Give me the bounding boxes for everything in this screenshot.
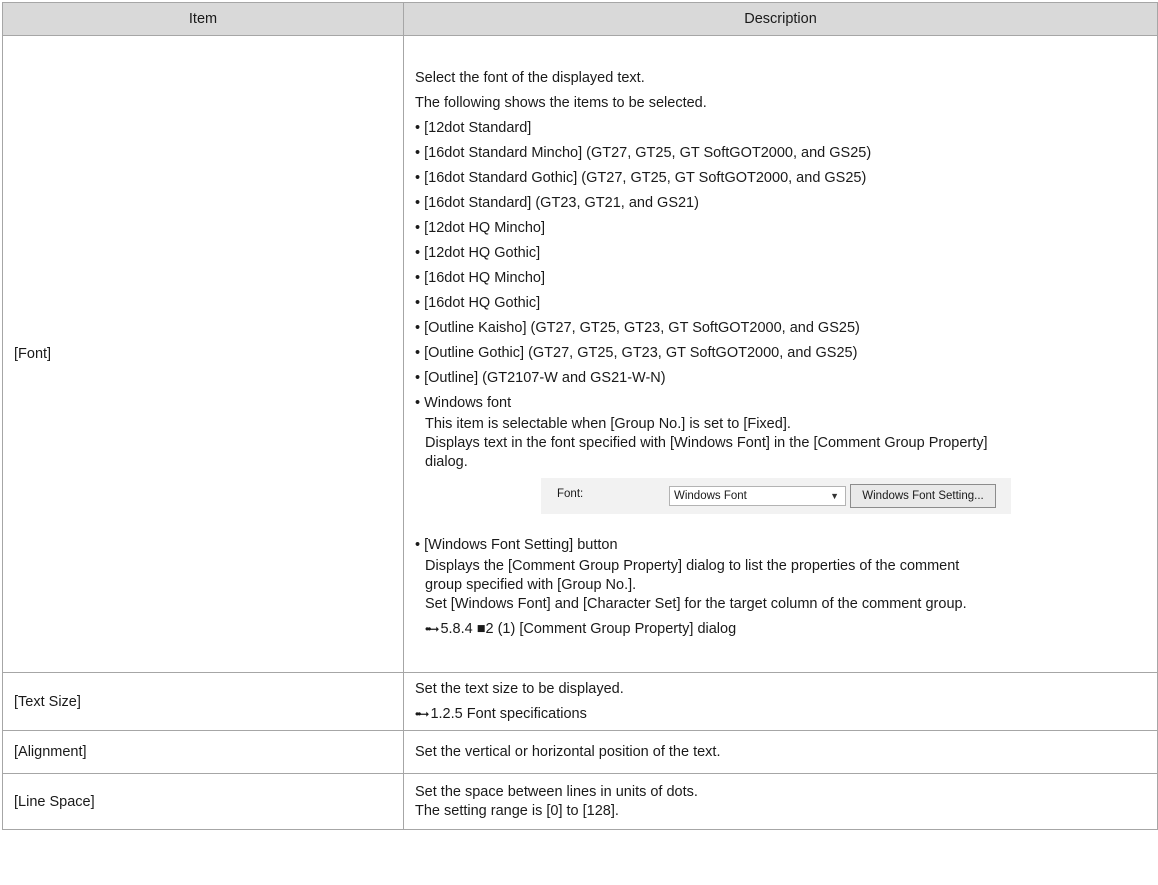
row-description: Set the space between lines in units of … xyxy=(403,773,1158,830)
arrow-right-icon: ••➞ xyxy=(415,706,430,721)
note-line: group specified with [Group No.]. xyxy=(425,577,637,593)
windows-font-setting-button[interactable]: Windows Font Setting... xyxy=(850,484,996,508)
desc-line: Select the font of the displayed text. xyxy=(415,70,645,86)
list-item: • [Outline] (GT2107-W and GS21-W-N) xyxy=(415,370,666,386)
table-row-text-size: [Text Size] Set the text size to be disp… xyxy=(2,672,1158,731)
list-item: • [12dot HQ Mincho] xyxy=(415,220,545,236)
note-line: Displays the [Comment Group Property] di… xyxy=(425,558,960,574)
row-item: [Font] xyxy=(2,35,404,673)
list-item: • [16dot Standard Gothic] (GT27, GT25, G… xyxy=(415,170,867,186)
row-item: [Line Space] xyxy=(2,773,404,830)
list-item: • [16dot Standard Mincho] (GT27, GT25, G… xyxy=(415,145,872,161)
button-note: Displays the [Comment Group Property] di… xyxy=(415,557,1147,639)
note-line: dialog. xyxy=(425,454,468,470)
reference-link[interactable]: ••➞ 5.8.4 ■2 (1) [Comment Group Property]… xyxy=(425,620,1147,639)
desc-line: The setting range is [0] to [128]. xyxy=(415,802,619,819)
header-description: Description xyxy=(403,2,1158,36)
font-label: Font: xyxy=(557,488,584,500)
table-row-font: [Font] Select the font of the displayed … xyxy=(2,35,1158,673)
row-description: Select the font of the displayed text. T… xyxy=(403,35,1158,673)
list-item: • [12dot HQ Gothic] xyxy=(415,245,541,261)
reference-link[interactable]: ••➞ 1.2.5 Font specifications xyxy=(415,705,1147,724)
row-description: Set the vertical or horizontal position … xyxy=(403,730,1158,774)
list-item: • [Windows Font Setting] button xyxy=(415,537,618,553)
table-row-alignment: [Alignment] Set the vertical or horizont… xyxy=(2,730,1158,774)
list-item: • [Outline Gothic] (GT27, GT25, GT23, GT… xyxy=(415,345,858,361)
list-item: • [16dot HQ Gothic] xyxy=(415,295,541,311)
desc-line: Set the vertical or horizontal position … xyxy=(415,743,721,760)
list-item: • Windows font xyxy=(415,395,512,411)
desc-line: Set the text size to be displayed. xyxy=(415,680,624,697)
row-item: [Text Size] xyxy=(2,672,404,731)
header-item: Item xyxy=(2,2,404,36)
reference-text: 5.8.4 ■2 (1) [Comment Group Property] di… xyxy=(440,621,737,637)
table-row-line-space: [Line Space] Set the space between lines… xyxy=(2,773,1158,830)
chevron-down-icon: ▼ xyxy=(830,491,839,501)
row-item: [Alignment] xyxy=(2,730,404,774)
font-select[interactable]: Windows Font ▼ xyxy=(669,486,846,506)
arrow-right-icon: ••➞ xyxy=(425,622,440,636)
row-description: Set the text size to be displayed. ••➞ 1.… xyxy=(403,672,1158,731)
reference-text: 1.2.5 Font specifications xyxy=(430,705,587,722)
windows-font-note: This item is selectable when [Group No.]… xyxy=(415,415,1147,472)
font-setting-screenshot: Font: Windows Font ▼ Windows Font Settin… xyxy=(415,472,1147,532)
settings-table: Item Description [Font] Select the font … xyxy=(2,2,1158,830)
note-line: Displays text in the font specified with… xyxy=(425,435,988,451)
list-item: • [16dot HQ Mincho] xyxy=(415,270,545,286)
desc-line: Set the space between lines in units of … xyxy=(415,783,698,800)
font-select-value: Windows Font xyxy=(674,490,747,502)
list-item: • [16dot Standard] (GT23, GT21, and GS21… xyxy=(415,195,699,211)
desc-line: The following shows the items to be sele… xyxy=(415,95,707,111)
note-line: Set [Windows Font] and [Character Set] f… xyxy=(425,596,967,612)
list-item: • [12dot Standard] xyxy=(415,120,532,136)
note-line: This item is selectable when [Group No.]… xyxy=(425,416,791,432)
table-header-row: Item Description xyxy=(2,2,1158,36)
list-item: • [Outline Kaisho] (GT27, GT25, GT23, GT… xyxy=(415,320,860,336)
